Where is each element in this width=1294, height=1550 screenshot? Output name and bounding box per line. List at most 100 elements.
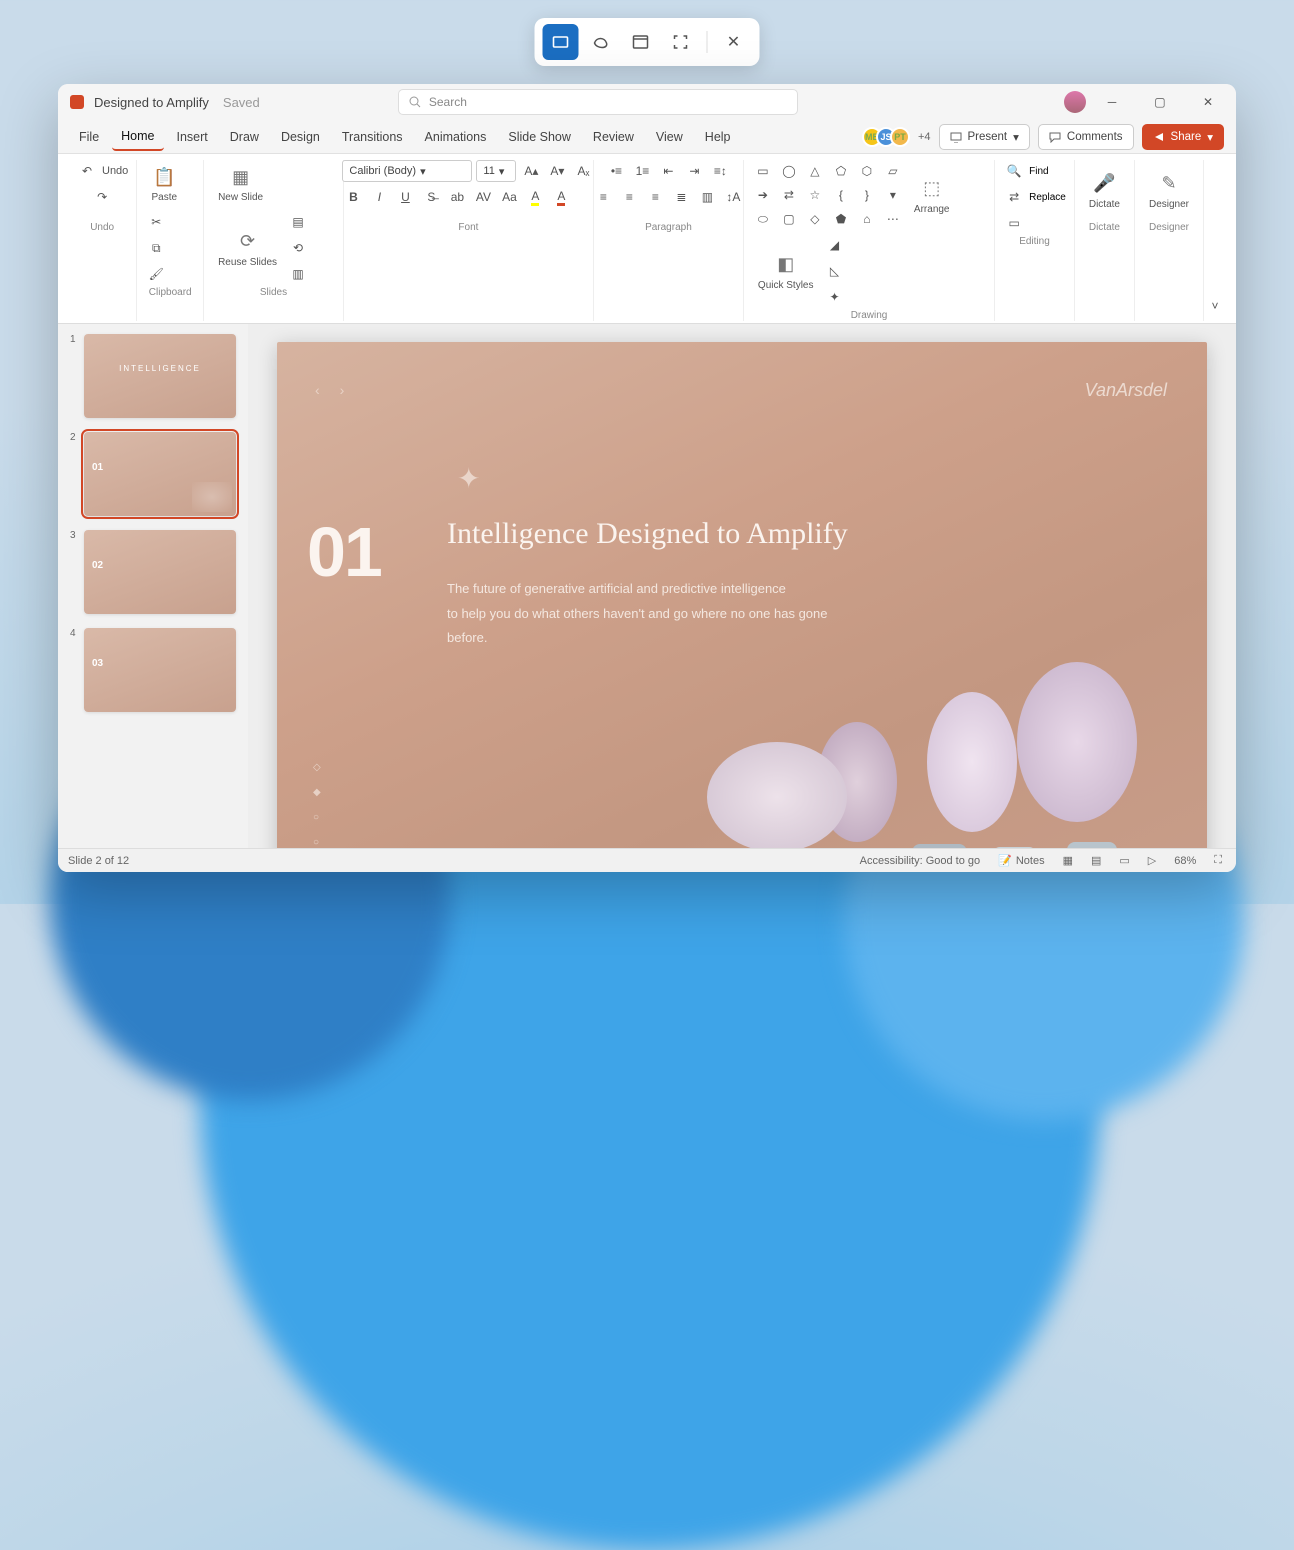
accessibility-status[interactable]: Accessibility: Good to go — [856, 853, 984, 869]
presence-avatars[interactable]: MB JS PT — [868, 127, 910, 147]
shadow-button[interactable]: ab — [446, 186, 468, 208]
share-button[interactable]: Share ▾ — [1142, 124, 1224, 150]
snip-close-button[interactable]: ✕ — [716, 24, 752, 60]
char-spacing-button[interactable]: AV — [472, 186, 494, 208]
slide-thumb-2[interactable]: 01 — [84, 432, 236, 516]
share-icon — [1153, 131, 1165, 143]
font-size-combo[interactable]: 11 ▾ — [476, 160, 516, 182]
tab-design[interactable]: Design — [272, 124, 329, 150]
ribbon-tabs: File Home Insert Draw Design Transitions… — [58, 120, 1236, 154]
redo-button[interactable]: ↷ — [91, 186, 113, 208]
editor-content: 1 INTELLIGENCE 2 01 3 02 4 03 ‹› VanArsd… — [58, 324, 1236, 848]
tab-animations[interactable]: Animations — [416, 124, 496, 150]
indent-dec-button[interactable]: ⇤ — [657, 160, 679, 182]
replace-button[interactable]: ⇄ — [1003, 186, 1025, 208]
comments-button[interactable]: Comments — [1038, 124, 1134, 150]
minimize-button[interactable]: ─ — [1090, 87, 1134, 117]
underline-button[interactable]: U — [394, 186, 416, 208]
layout-button[interactable]: ▤ — [287, 211, 309, 233]
strike-button[interactable]: S̶ — [420, 186, 442, 208]
arrange-button[interactable]: ⬚Arrange — [908, 172, 956, 219]
font-name-combo[interactable]: Calibri (Body) ▾ — [342, 160, 472, 182]
columns-button[interactable]: ▥ — [696, 186, 718, 208]
tab-review[interactable]: Review — [584, 124, 643, 150]
tab-home[interactable]: Home — [112, 123, 163, 151]
tab-draw[interactable]: Draw — [221, 124, 268, 150]
snip-fullscreen-button[interactable] — [663, 24, 699, 60]
save-status: Saved — [223, 95, 260, 110]
align-left-button[interactable]: ≡ — [592, 186, 614, 208]
shapes-gallery[interactable]: ▭◯△⬠⬡▱ ➔⇄☆{}▾ ⬭▢◇⬟⌂⋯ — [752, 160, 904, 230]
close-window-button[interactable]: ✕ — [1186, 87, 1230, 117]
paste-button[interactable]: 📋Paste — [145, 160, 183, 207]
grow-font-button[interactable]: A▴ — [520, 160, 542, 182]
slide-thumb-1[interactable]: INTELLIGENCE — [84, 334, 236, 418]
indent-inc-button[interactable]: ⇥ — [683, 160, 705, 182]
clear-format-button[interactable]: Aₓ — [572, 160, 594, 182]
italic-button[interactable]: I — [368, 186, 390, 208]
slide-stage[interactable]: ‹› VanArsdel ✦ 01 Intelligence Designed … — [248, 324, 1236, 848]
line-spacing-button[interactable]: ≡↕ — [709, 160, 731, 182]
present-button[interactable]: Present ▾ — [939, 124, 1030, 150]
bold-button[interactable]: B — [342, 186, 364, 208]
plant-illustration — [717, 602, 1197, 848]
dictate-button[interactable]: 🎤Dictate — [1083, 167, 1126, 214]
snip-freeform-button[interactable] — [583, 24, 619, 60]
snip-window-button[interactable] — [623, 24, 659, 60]
slideshow-view-button[interactable]: ▷ — [1144, 852, 1160, 869]
reuse-slides-button[interactable]: ⟳Reuse Slides — [212, 225, 283, 272]
sorter-view-button[interactable]: ▤ — [1087, 852, 1105, 869]
slide-count: Slide 2 of 12 — [68, 855, 129, 867]
find-button[interactable]: 🔍 — [1003, 160, 1025, 182]
quick-styles-button[interactable]: ◧Quick Styles — [752, 248, 820, 295]
presence-more[interactable]: +4 — [918, 131, 931, 143]
tab-transitions[interactable]: Transitions — [333, 124, 412, 150]
snip-rectangle-button[interactable] — [543, 24, 579, 60]
reading-view-button[interactable]: ▭ — [1115, 852, 1133, 869]
align-right-button[interactable]: ≡ — [644, 186, 666, 208]
group-font-label: Font — [458, 220, 478, 233]
shrink-font-button[interactable]: A▾ — [546, 160, 568, 182]
cut-button[interactable]: ✂ — [145, 211, 167, 233]
align-center-button[interactable]: ≡ — [618, 186, 640, 208]
notes-button[interactable]: 📝 Notes — [994, 852, 1048, 869]
bullets-button[interactable]: •≡ — [605, 160, 627, 182]
fit-to-window-button[interactable]: ⛶ — [1210, 852, 1226, 869]
slide-thumb-3[interactable]: 02 — [84, 530, 236, 614]
current-slide[interactable]: ‹› VanArsdel ✦ 01 Intelligence Designed … — [277, 342, 1207, 848]
change-case-button[interactable]: Aa — [498, 186, 520, 208]
account-avatar[interactable] — [1064, 91, 1086, 113]
zoom-level[interactable]: 68% — [1170, 853, 1200, 869]
section-button[interactable]: ▥ — [287, 263, 309, 285]
status-bar: Slide 2 of 12 Accessibility: Good to go … — [58, 848, 1236, 872]
shape-outline-button[interactable]: ◺ — [824, 260, 846, 282]
select-button[interactable]: ▭ — [1003, 212, 1025, 234]
maximize-button[interactable]: ▢ — [1138, 87, 1182, 117]
slide-thumb-4[interactable]: 03 — [84, 628, 236, 712]
reset-button[interactable]: ⟲ — [287, 237, 309, 259]
new-slide-button[interactable]: ▦New Slide — [212, 160, 269, 207]
copy-button[interactable]: ⧉ — [145, 237, 167, 259]
group-drawing-label: Drawing — [851, 308, 888, 321]
tab-slideshow[interactable]: Slide Show — [499, 124, 580, 150]
tab-insert[interactable]: Insert — [168, 124, 217, 150]
format-painter-button[interactable]: 🖌 — [145, 263, 167, 285]
tab-file[interactable]: File — [70, 124, 108, 150]
text-direction-button[interactable]: ↕A — [722, 186, 744, 208]
shape-effects-button[interactable]: ✦ — [824, 286, 846, 308]
shape-fill-button[interactable]: ◢ — [824, 234, 846, 256]
search-input[interactable]: Search — [398, 89, 798, 115]
tab-help[interactable]: Help — [696, 124, 740, 150]
font-color-button[interactable]: A — [550, 186, 572, 208]
slide-thumbnail-panel[interactable]: 1 INTELLIGENCE 2 01 3 02 4 03 — [58, 324, 248, 848]
highlight-button[interactable]: A — [524, 186, 546, 208]
document-title: Designed to Amplify — [94, 95, 209, 110]
undo-button[interactable]: ↶ — [76, 160, 98, 182]
tab-view[interactable]: View — [647, 124, 692, 150]
justify-button[interactable]: ≣ — [670, 186, 692, 208]
designer-button[interactable]: ✎Designer — [1143, 167, 1195, 214]
comment-icon — [1049, 131, 1061, 143]
normal-view-button[interactable]: ▦ — [1059, 852, 1077, 869]
collapse-ribbon-button[interactable]: ˅ — [1204, 295, 1226, 317]
numbering-button[interactable]: 1≡ — [631, 160, 653, 182]
